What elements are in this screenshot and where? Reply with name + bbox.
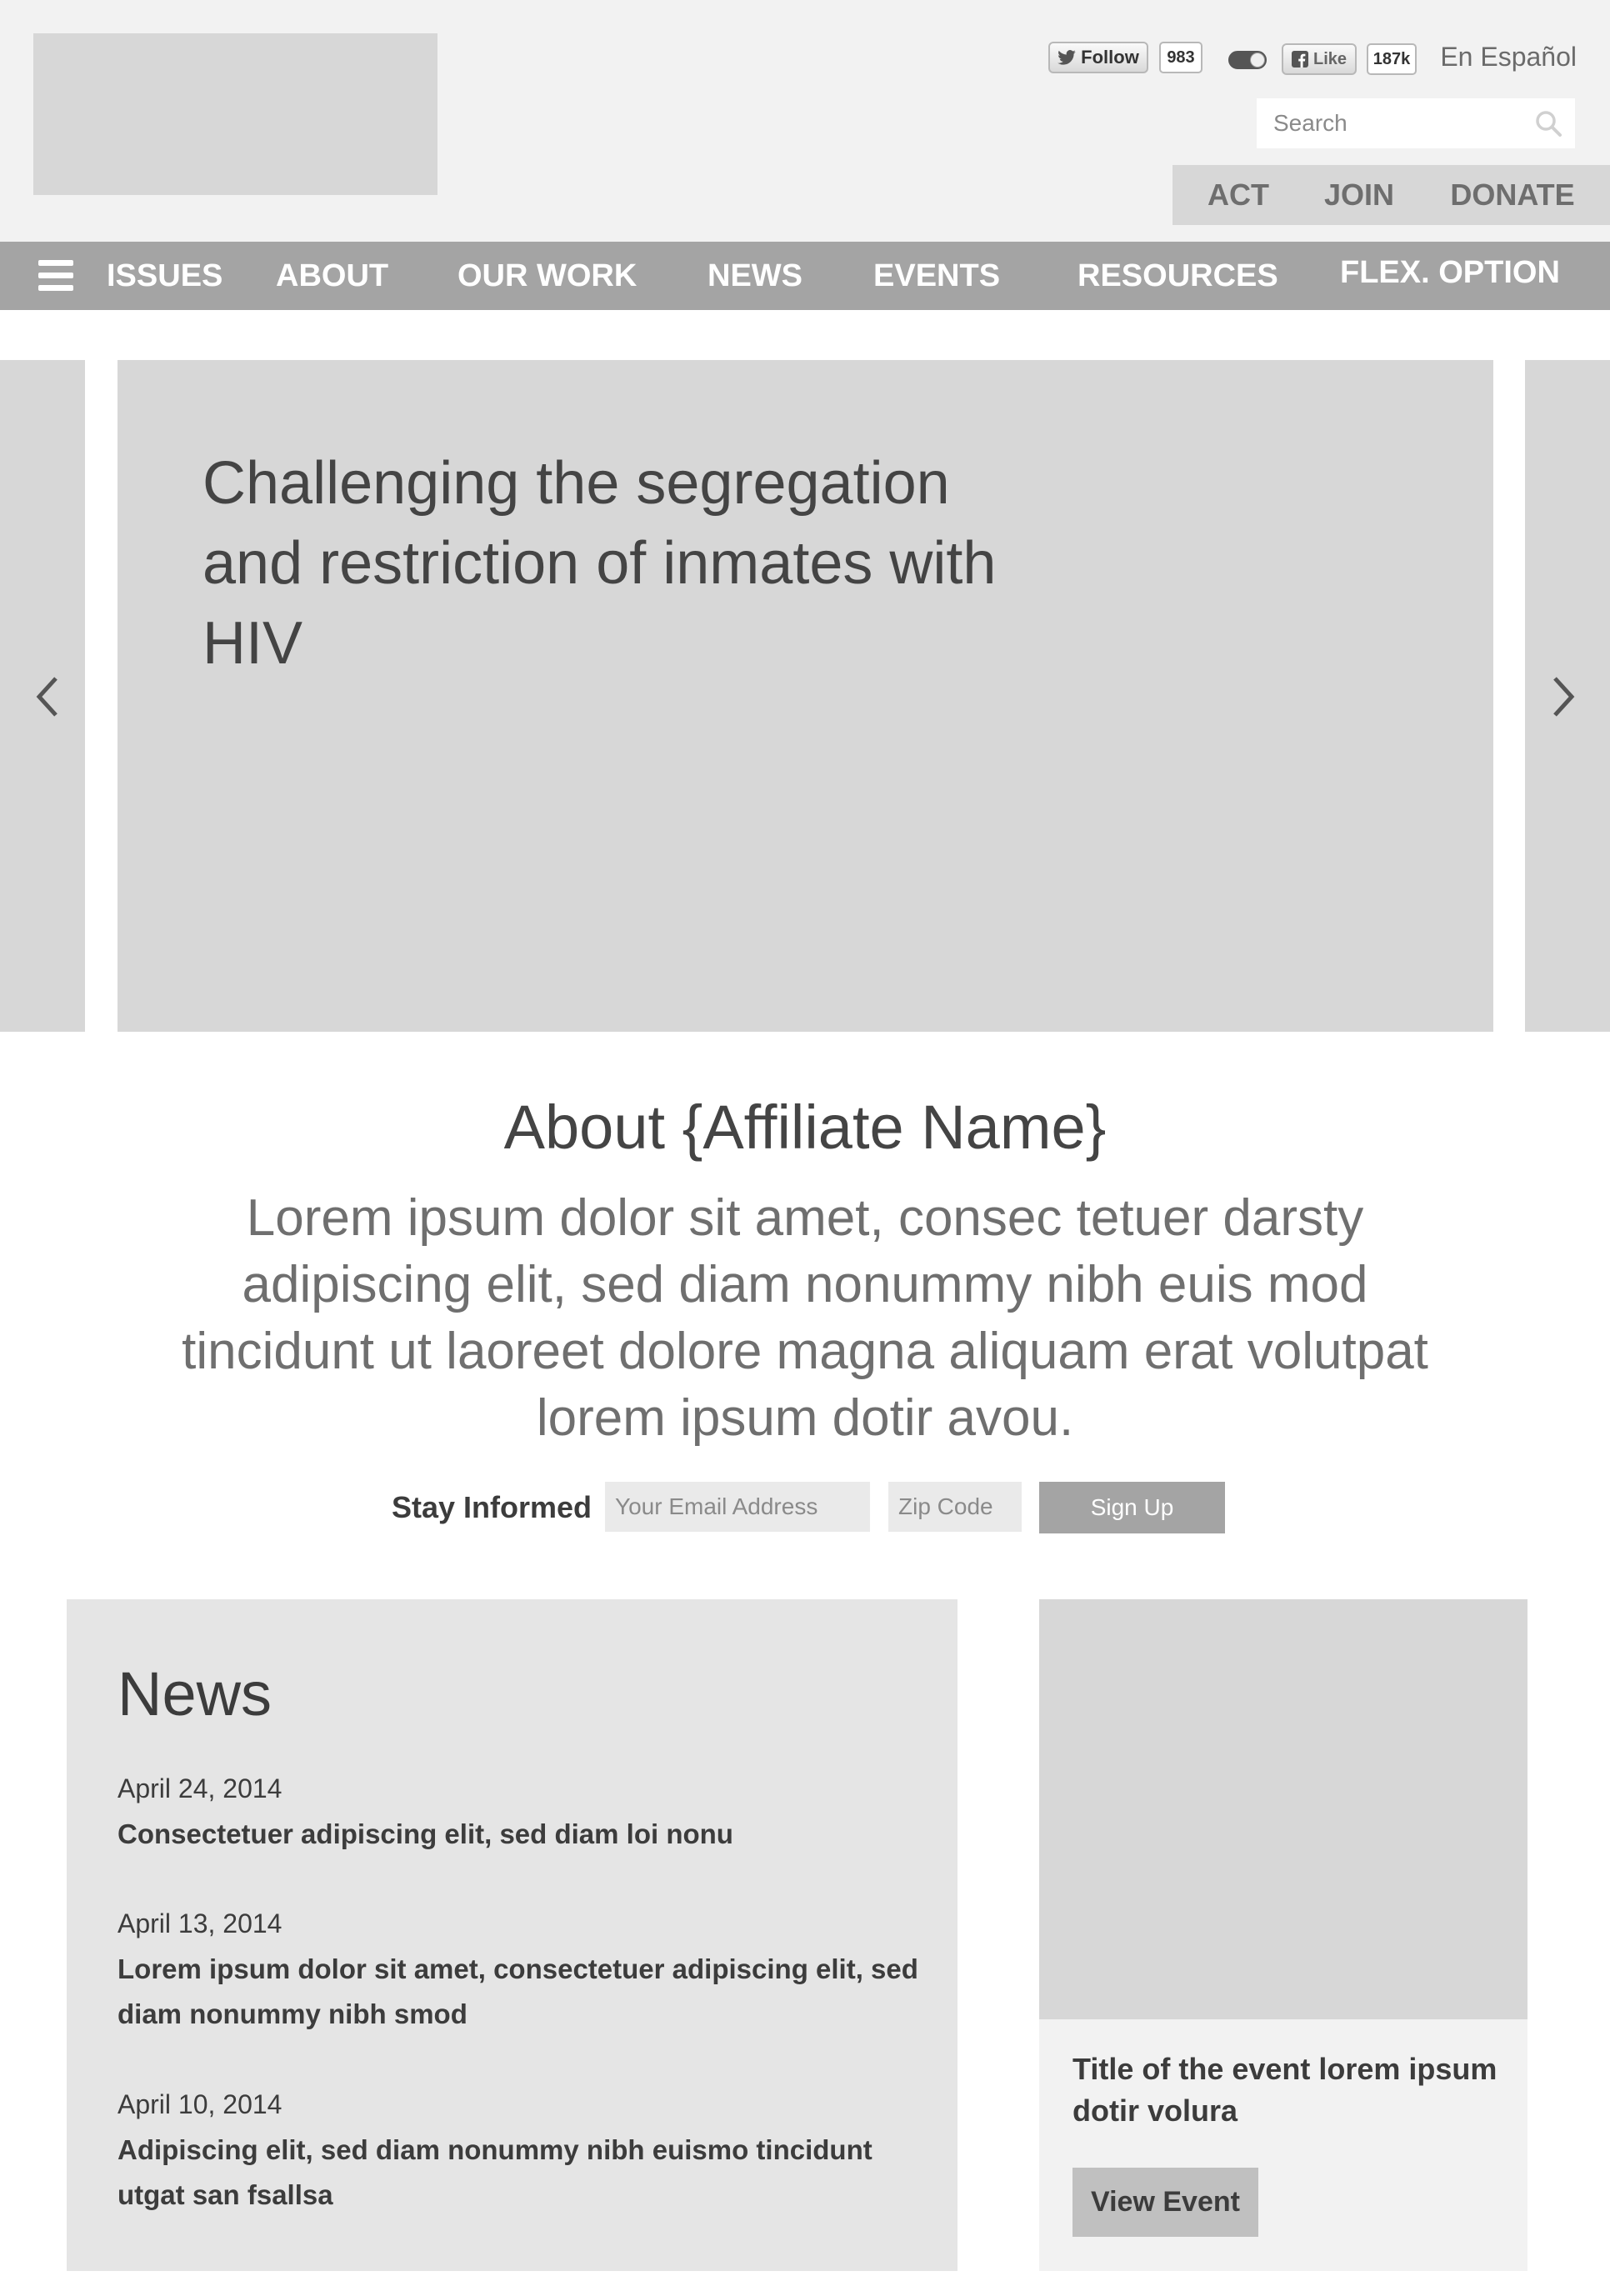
news-item-headline[interactable]: Lorem ipsum dolor sit amet, consectetuer…: [118, 1947, 942, 2037]
about-description: Lorem ipsum dolor sit amet, consec tetue…: [182, 1189, 1428, 1447]
hamburger-menu-icon[interactable]: [38, 258, 77, 293]
nav-item-issues[interactable]: ISSUES: [107, 242, 222, 310]
about-title: About {Affiliate Name}: [503, 1093, 1107, 1162]
nav-item-events[interactable]: EVENTS: [873, 242, 1000, 310]
nav-item-our-work[interactable]: OUR WORK: [458, 242, 637, 310]
event-title: Title of the event lorem ipsum dotir vol…: [1072, 2052, 1498, 2128]
search-box: [1257, 98, 1575, 148]
facebook-like-label: Like: [1312, 49, 1348, 68]
news-item-date: April 10, 2014: [118, 2089, 282, 2119]
nav-item-resources[interactable]: RESOURCES: [1078, 242, 1278, 310]
facebook-like-button[interactable]: Like: [1282, 43, 1357, 75]
facebook-f-icon: [1291, 51, 1308, 68]
join-button[interactable]: JOIN: [1310, 165, 1408, 225]
news-title: News: [118, 1659, 272, 1728]
twitter-bird-icon: [1058, 50, 1076, 65]
email-field[interactable]: [605, 1482, 870, 1532]
act-button[interactable]: ACT: [1192, 165, 1285, 225]
nav-item-flex-option[interactable]: FLEX. OPTION: [1340, 238, 1560, 307]
event-image-placeholder[interactable]: [1039, 1599, 1528, 2019]
twitter-follow-label: Follow: [1081, 47, 1139, 68]
hero-title: Challenging the segregation and restrict…: [202, 450, 997, 677]
language-link[interactable]: En Español: [1435, 38, 1577, 75]
chevron-left-icon[interactable]: [31, 672, 64, 722]
toggle-switch[interactable]: [1228, 51, 1267, 69]
zip-code-field[interactable]: [888, 1482, 1022, 1532]
nav-item-news[interactable]: NEWS: [708, 242, 802, 310]
news-item-headline[interactable]: Consectetuer adipiscing elit, sed diam l…: [118, 1812, 942, 1857]
news-item-date: April 13, 2014: [118, 1908, 282, 1938]
donate-button[interactable]: DONATE: [1433, 165, 1592, 225]
news-item-date: April 24, 2014: [118, 1773, 282, 1803]
twitter-follow-button[interactable]: Follow: [1048, 42, 1148, 73]
search-input[interactable]: [1257, 98, 1523, 148]
news-item-headline[interactable]: Adipiscing elit, sed diam nonummy nibh e…: [118, 2128, 942, 2218]
view-event-button[interactable]: View Event: [1072, 2168, 1258, 2237]
logo-placeholder[interactable]: [33, 33, 438, 195]
stay-informed-label: Stay Informed: [391, 1490, 592, 1524]
search-icon[interactable]: [1533, 108, 1563, 138]
chevron-right-icon[interactable]: [1547, 672, 1580, 722]
facebook-like-count: 187k: [1367, 43, 1417, 75]
sign-up-button[interactable]: Sign Up: [1039, 1482, 1225, 1533]
nav-item-about[interactable]: ABOUT: [276, 242, 388, 310]
twitter-follower-count: 983: [1159, 42, 1202, 73]
